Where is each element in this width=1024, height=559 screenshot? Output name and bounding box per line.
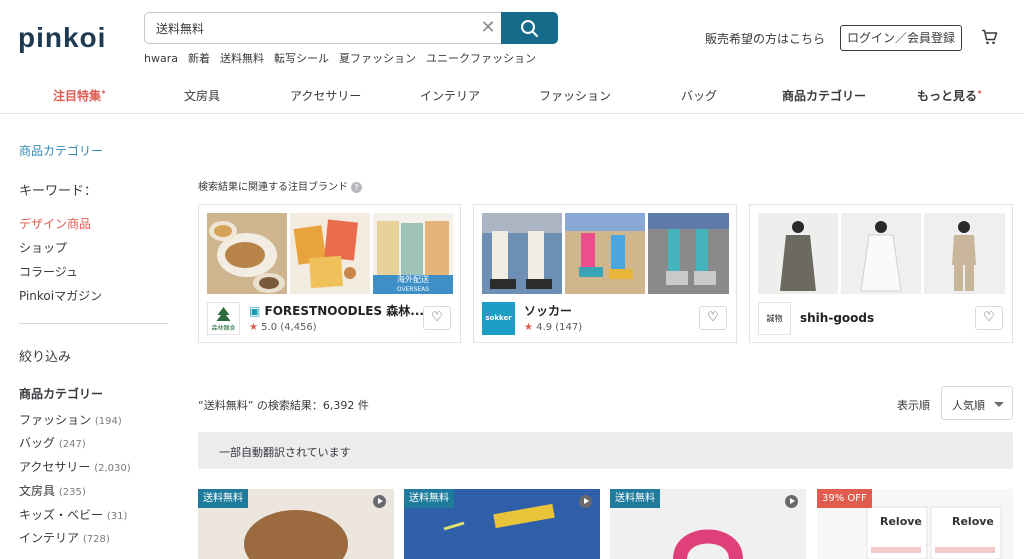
brand-logo: sokker	[482, 302, 515, 335]
category-item-interior[interactable]: インテリア (728)	[19, 529, 110, 546]
brand-rating: ★ 4.9 (147)	[524, 322, 583, 333]
heart-icon: ♡	[431, 310, 443, 325]
translation-notice: 一部自動翻訳されています	[198, 432, 1013, 469]
brands-heading: 検索結果に関連する注目ブランド?	[198, 178, 362, 193]
keyword-label: キーワード：	[19, 184, 98, 199]
brand-logo-text: 誠物	[766, 314, 783, 323]
product-card[interactable]: 送料無料	[610, 489, 806, 559]
suggestion-link[interactable]: 転写シール	[274, 52, 329, 65]
category-item-bags[interactable]: バッグ (247)	[19, 434, 86, 451]
brand-photo	[565, 213, 645, 294]
brand-card-sokker[interactable]: sokker ソッカー ★ 4.9 (147) ♡	[473, 204, 737, 343]
brand-logo: 森林麵食	[207, 302, 240, 335]
suggestion-link[interactable]: 送料無料	[220, 52, 264, 65]
free-shipping-badge: 送料無料	[198, 489, 248, 508]
nav-item-fashion[interactable]: ファッション	[539, 87, 611, 104]
search-icon	[521, 20, 538, 37]
category-heading: 商品カテゴリー	[19, 387, 104, 401]
keyword-item-magazine[interactable]: Pinkoiマガジン	[19, 287, 102, 304]
login-button[interactable]: ログイン／会員登録	[840, 25, 962, 51]
brand-photo	[648, 213, 729, 294]
brand-card-forestnoodles[interactable]: 海外配送 OVERSEAS 森林麵食 ▣ FORESTNOODLES 森林... …	[198, 204, 461, 343]
keyword-item-collage[interactable]: コラージュ	[19, 263, 78, 280]
brand-logo: 誠物	[758, 302, 791, 335]
brand-rating: ★ 5.0 (4,456)	[249, 322, 317, 333]
free-shipping-badge: 送料無料	[610, 489, 660, 508]
category-item-fashion[interactable]: ファッション (194)	[19, 411, 122, 428]
search-bar: ✕	[144, 12, 558, 44]
favorite-button[interactable]: ♡	[975, 306, 1003, 330]
sidebar-divider	[19, 323, 168, 324]
brand-photo	[207, 213, 287, 294]
brand-name[interactable]: ソッカー	[524, 302, 572, 319]
nav-item-accessories[interactable]: アクセサリー	[290, 87, 361, 104]
sort-label: 表示順	[897, 399, 930, 412]
nav-item-stationery[interactable]: 文房具	[184, 87, 220, 104]
search-input[interactable]	[145, 13, 475, 43]
keyword-item-shop[interactable]: ショップ	[19, 239, 67, 256]
sort-select[interactable]: 人気順	[941, 386, 1013, 420]
product-card[interactable]: 送料無料	[404, 489, 600, 559]
suggestion-link[interactable]: ユニークファッション	[426, 52, 536, 65]
search-suggestions: hwara 新着 送料無料 転写シール 夏ファッション ユニークファッション	[144, 50, 546, 66]
nav-item-featured[interactable]: 注目特集•	[53, 87, 106, 104]
star-icon: ★	[249, 322, 258, 333]
free-shipping-badge: 送料無料	[404, 489, 454, 508]
nav-item-more[interactable]: もっと見る•	[917, 87, 982, 104]
results-summary: “送料無料” の検索結果：6,392 件	[198, 399, 369, 412]
nav-star-icon: •	[977, 88, 983, 97]
cart-icon[interactable]	[981, 29, 998, 49]
favorite-button[interactable]: ♡	[423, 306, 451, 330]
nav-star-icon: •	[101, 88, 107, 97]
brand-photo	[924, 213, 1005, 294]
suggestion-link[interactable]: hwara	[144, 52, 178, 65]
heart-icon: ♡	[707, 310, 719, 325]
product-card[interactable]: Relove Relove 39% OFF	[817, 489, 1013, 559]
brand-photo	[758, 213, 838, 294]
heart-icon: ♡	[983, 310, 995, 325]
brand-name[interactable]: shih-goods	[800, 311, 874, 325]
category-item-kids[interactable]: キッズ・ベビー (31)	[19, 506, 127, 523]
overseas-badge: 海外配送 OVERSEAS	[396, 275, 430, 293]
keyword-item-design[interactable]: デザイン商品	[19, 215, 91, 232]
seller-link[interactable]: 販売希望の方はこちら	[705, 30, 825, 47]
brand-photo: 海外配送 OVERSEAS	[373, 213, 453, 294]
brand-logo-text: sokker	[485, 314, 512, 322]
filter-label: 絞り込み	[19, 350, 72, 365]
brand-photo	[290, 213, 370, 294]
sort-value: 人気順	[952, 399, 985, 412]
product-card[interactable]: 送料無料	[198, 489, 394, 559]
chevron-down-icon	[994, 402, 1004, 407]
nav-item-bags[interactable]: バッグ	[681, 87, 717, 104]
brand-name[interactable]: ▣ FORESTNOODLES 森林...	[249, 302, 424, 319]
brand-photo	[841, 213, 921, 294]
video-play-icon	[579, 495, 592, 508]
clear-search-icon[interactable]: ✕	[477, 18, 499, 38]
discount-badge: 39% OFF	[817, 489, 872, 508]
brand-photo	[482, 213, 562, 294]
product-brand-label: Relove	[952, 515, 994, 528]
sidebar-category-link[interactable]: 商品カテゴリー	[19, 142, 103, 159]
product-brand-label: Relove	[880, 515, 922, 528]
nav-item-categories[interactable]: 商品カテゴリー	[782, 87, 866, 104]
nav-item-interior[interactable]: インテリア	[420, 87, 480, 104]
suggestion-link[interactable]: 新着	[188, 52, 210, 65]
favorite-button[interactable]: ♡	[699, 306, 727, 330]
category-item-stationery[interactable]: 文房具 (235)	[19, 482, 86, 499]
video-play-icon	[785, 495, 798, 508]
suggestion-link[interactable]: 夏ファッション	[339, 52, 416, 65]
search-button[interactable]	[501, 12, 558, 44]
help-icon[interactable]: ?	[351, 182, 362, 193]
brand-logo-text: 森林麵食	[211, 325, 236, 332]
brand-card-shih-goods[interactable]: 誠物 shih-goods ♡	[749, 204, 1013, 343]
category-item-accessories[interactable]: アクセサリー (2,030)	[19, 458, 131, 475]
video-play-icon	[373, 495, 386, 508]
pinkoi-logo[interactable]: pinkoi	[18, 22, 106, 54]
star-icon: ★	[524, 322, 533, 333]
category-nav: 注目特集• 文房具 アクセサリー インテリア ファッション バッグ 商品カテゴリ…	[0, 76, 1024, 114]
